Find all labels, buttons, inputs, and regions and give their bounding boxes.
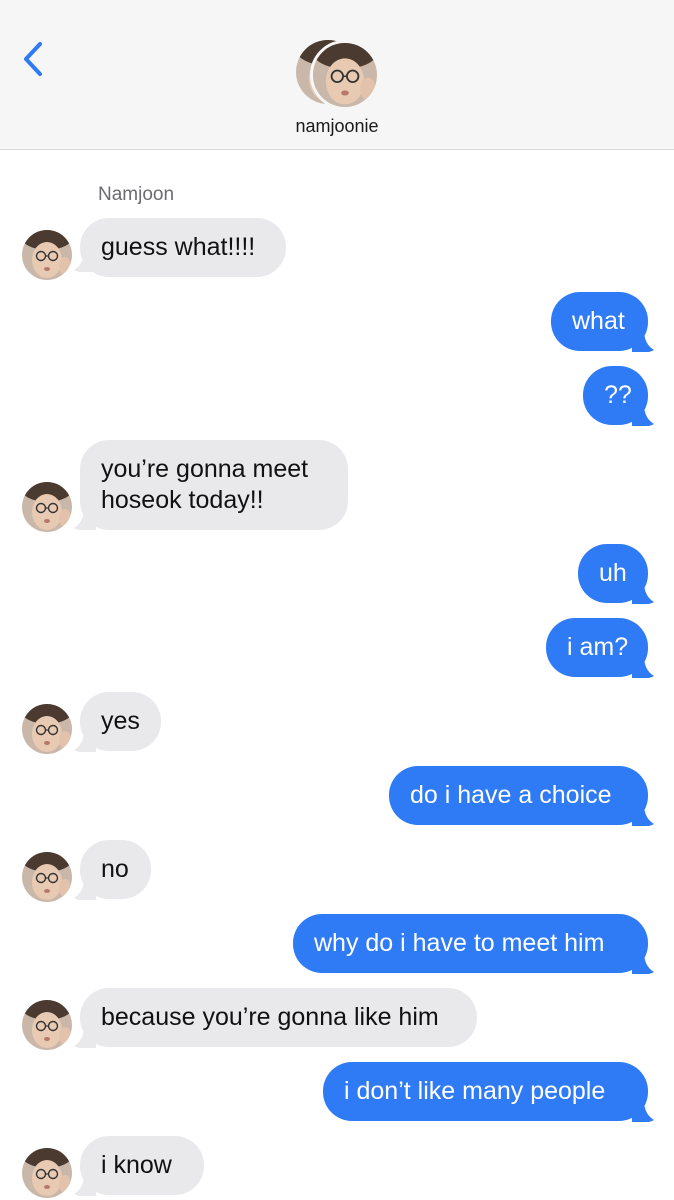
contact-avatar[interactable] — [296, 40, 380, 110]
message-bubble-outgoing[interactable]: i don’t like many people — [323, 1062, 648, 1121]
message-text: because you’re gonna like him — [101, 1003, 439, 1031]
back-button[interactable] — [18, 40, 48, 80]
message-bubble-incoming[interactable]: you’re gonna meet hoseok today!! — [80, 440, 348, 530]
message-text: what — [572, 307, 625, 335]
message-bubble-outgoing[interactable]: why do i have to meet him — [293, 914, 648, 973]
message-text: i don’t like many people — [344, 1077, 606, 1105]
message-text: guess what!!!! — [101, 233, 256, 261]
message-bubble-incoming[interactable]: no — [80, 840, 151, 899]
message-text: yes — [101, 707, 140, 735]
sender-label: Namjoon — [98, 184, 175, 205]
avatar — [22, 482, 72, 532]
message-text-line: hoseok today!! — [101, 486, 264, 514]
message-text-line: you’re gonna meet — [101, 455, 309, 483]
message-bubble-outgoing[interactable]: what — [551, 292, 648, 351]
contact-name[interactable]: namjoonie — [0, 116, 674, 137]
message-text: ?? — [604, 381, 632, 409]
message-bubble-outgoing[interactable]: uh — [578, 544, 648, 603]
message-bubble-incoming[interactable]: because you’re gonna like him — [80, 988, 477, 1047]
chevron-left-icon — [24, 42, 42, 76]
avatar — [22, 1000, 72, 1050]
avatar-primary — [310, 40, 380, 110]
message-bubble-outgoing[interactable]: i am? — [546, 618, 648, 677]
message-bubble-incoming[interactable]: guess what!!!! — [80, 218, 286, 277]
avatar — [22, 704, 72, 754]
message-text: no — [101, 855, 129, 883]
avatar — [22, 1148, 72, 1198]
avatar — [22, 852, 72, 902]
message-text: i am? — [567, 633, 629, 661]
message-bubble-incoming[interactable]: yes — [80, 692, 161, 751]
avatar — [22, 230, 72, 280]
message-bubble-outgoing[interactable]: ?? — [583, 366, 648, 425]
message-text: why do i have to meet him — [314, 929, 605, 957]
message-bubble-incoming[interactable]: i know — [80, 1136, 204, 1195]
conversation-header: namjoonie — [0, 0, 674, 150]
message-text: uh — [599, 559, 627, 587]
message-text: do i have a choice — [410, 781, 612, 809]
message-text: i know — [101, 1151, 172, 1179]
message-bubble-outgoing[interactable]: do i have a choice — [389, 766, 648, 825]
